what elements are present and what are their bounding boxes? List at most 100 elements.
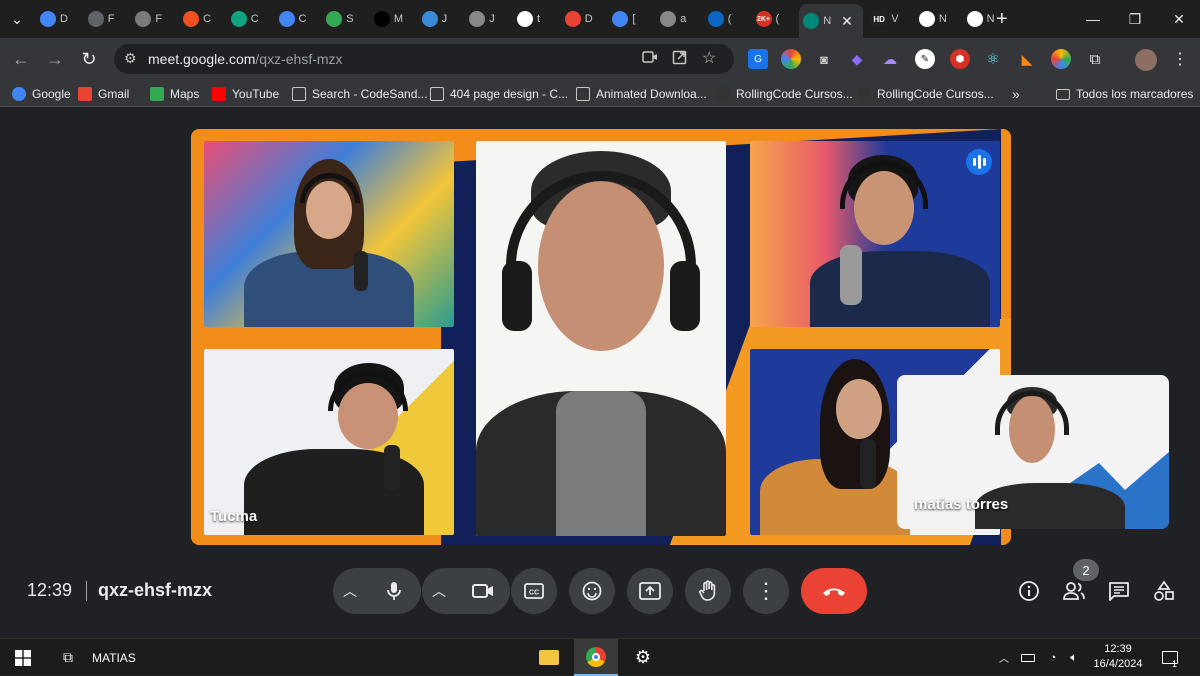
shield-extension-icon[interactable]: ⬢ — [950, 49, 970, 69]
restore-button[interactable]: ❐ — [1114, 0, 1156, 38]
browser-tab[interactable]: C — [227, 7, 267, 31]
meeting-details-button[interactable] — [1016, 578, 1042, 604]
browser-tab[interactable]: N — [915, 7, 955, 31]
captions-button[interactable]: CC — [511, 568, 557, 614]
participant-tile-center[interactable] — [476, 141, 726, 536]
color-picker-icon[interactable] — [781, 49, 801, 69]
extensions-puzzle-icon[interactable]: ⧉ — [1085, 49, 1105, 69]
participant-tile-bottom-left[interactable]: Tucma — [204, 349, 454, 535]
browser-tab[interactable]: D — [36, 7, 76, 31]
browser-tab[interactable]: F — [131, 7, 171, 31]
participant-tile-top-left[interactable] — [204, 141, 454, 327]
present-button[interactable] — [627, 568, 673, 614]
all-bookmarks-button[interactable]: Todos los marcadores — [1056, 85, 1193, 103]
meeting-code[interactable]: qxz-ehsf-mzx — [98, 580, 212, 601]
bookmark-star-icon[interactable]: ☆ — [702, 48, 716, 68]
browser-tab[interactable]: ( — [704, 7, 744, 31]
show-hidden-icons-button[interactable]: ︿ — [996, 639, 1012, 676]
site-info-icon[interactable]: ⚙ — [124, 50, 137, 67]
participant-tile-top-right[interactable] — [750, 141, 1000, 327]
bookmark-item[interactable]: Google — [12, 85, 71, 103]
browser-tab[interactable]: S — [322, 7, 362, 31]
tab-title: F — [107, 13, 115, 25]
pen-extension-icon[interactable]: ✎ — [915, 49, 935, 69]
close-tab-icon[interactable]: ✕ — [841, 13, 853, 30]
address-bar[interactable]: ⚙ meet.google.com/qxz-ehsf-mzx ☆ — [114, 44, 734, 74]
camera-icon[interactable] — [642, 50, 658, 67]
bookmark-label: RollingCode Cursos... — [736, 87, 853, 101]
bookmark-item[interactable]: Search - CodeSand... — [292, 85, 427, 103]
file-explorer-button[interactable] — [532, 639, 566, 676]
browser-tab[interactable]: F — [84, 7, 124, 31]
forward-button[interactable]: → — [42, 46, 68, 72]
badge-icon: 2K+ — [755, 11, 772, 27]
taskbar-user-label: MATIAS — [92, 650, 136, 665]
browser-tab[interactable]: 2K+( — [752, 7, 792, 31]
browser-tab[interactable]: M — [370, 7, 410, 31]
browser-tab[interactable]: a — [656, 7, 696, 31]
react-devtools-icon[interactable]: ⚛ — [983, 49, 1003, 69]
bookmark-item[interactable]: RollingCode Cursos... — [716, 85, 853, 103]
raise-hand-button[interactable] — [685, 568, 731, 614]
translate-icon[interactable]: G — [748, 49, 768, 69]
new-tab-button[interactable]: + — [992, 7, 1022, 31]
tab-search-button[interactable]: ⌄ — [0, 0, 34, 38]
close-window-button[interactable]: ✕ — [1158, 0, 1200, 38]
bookmark-item[interactable]: Gmail — [78, 85, 129, 103]
bookmark-item[interactable]: Maps — [150, 85, 199, 103]
microphone-button[interactable] — [367, 568, 421, 614]
microphone-icon — [860, 439, 876, 489]
taskbar-clock[interactable]: 12:39 16/4/2024 — [1092, 642, 1144, 672]
back-button[interactable]: ← — [8, 46, 34, 72]
camera-button[interactable] — [456, 568, 510, 614]
bookmarks-overflow-button[interactable]: » — [1012, 85, 1020, 103]
url-host: meet.google.com — [148, 51, 256, 67]
open-in-window-icon[interactable] — [672, 50, 687, 68]
browser-tab[interactable]: J — [465, 7, 505, 31]
headphone-earcup-right — [670, 261, 700, 331]
battery-icon[interactable] — [1018, 639, 1038, 676]
clock-time: 12:39 — [1104, 643, 1132, 655]
minimize-button[interactable]: — — [1072, 0, 1114, 38]
browser-tab[interactable]: [ — [608, 7, 648, 31]
leave-call-button[interactable] — [801, 568, 867, 614]
volume-icon[interactable]: 🔈︎ — [1065, 639, 1083, 676]
maps-pin-icon — [150, 87, 164, 101]
browser-tab[interactable]: C — [275, 7, 315, 31]
bookmark-item[interactable]: YouTube — [212, 85, 279, 103]
chat-button[interactable] — [1106, 578, 1132, 604]
camera-extension-icon[interactable]: ◙ — [814, 49, 834, 69]
reload-button[interactable]: ↻ — [76, 46, 102, 72]
bookmark-label: Animated Downloa... — [596, 87, 707, 101]
chrome-taskbar-button[interactable] — [574, 639, 618, 676]
bookmark-item[interactable]: 404 page design - C... — [430, 85, 568, 103]
browser-menu-icon[interactable]: ⋮ — [1170, 49, 1190, 69]
rolling-icon — [716, 87, 730, 101]
self-view-tile[interactable]: matias torres — [897, 375, 1169, 529]
browser-tab[interactable]: J — [418, 7, 458, 31]
wave-extension-icon[interactable]: ☁ — [880, 49, 900, 69]
colorful-extension-icon[interactable] — [1051, 49, 1071, 69]
browser-tab[interactable]: D — [561, 7, 601, 31]
browser-tab[interactable]: C — [179, 7, 219, 31]
reactions-button[interactable] — [569, 568, 615, 614]
browser-tab[interactable]: HD V — [867, 7, 907, 31]
browser-tab[interactable]: t — [513, 7, 553, 31]
start-button[interactable] — [10, 639, 36, 676]
browser-tab[interactable]: N ✕ — [799, 4, 864, 38]
audio-settings-chevron-icon[interactable]: ︿ — [333, 568, 367, 614]
people-button[interactable] — [1061, 578, 1087, 604]
wifi-icon[interactable]: ◔ — [1044, 639, 1062, 676]
bookmark-item[interactable]: RollingCode Cursos... — [857, 85, 994, 103]
task-view-icon[interactable]: ⧉ — [56, 639, 80, 676]
metamask-icon[interactable]: ◣ — [1017, 49, 1037, 69]
chrome-icon — [586, 646, 606, 667]
notification-center-button[interactable]: 1 — [1158, 639, 1182, 676]
more-options-button[interactable]: ⋮ — [743, 568, 789, 614]
video-settings-chevron-icon[interactable]: ︿ — [422, 568, 456, 614]
settings-gear-icon[interactable]: ⚙ — [630, 639, 656, 676]
profile-avatar[interactable] — [1135, 49, 1157, 71]
activities-button[interactable] — [1151, 578, 1177, 604]
ethereum-icon[interactable]: ◆ — [847, 49, 867, 69]
bookmark-item[interactable]: Animated Downloa... — [576, 85, 707, 103]
